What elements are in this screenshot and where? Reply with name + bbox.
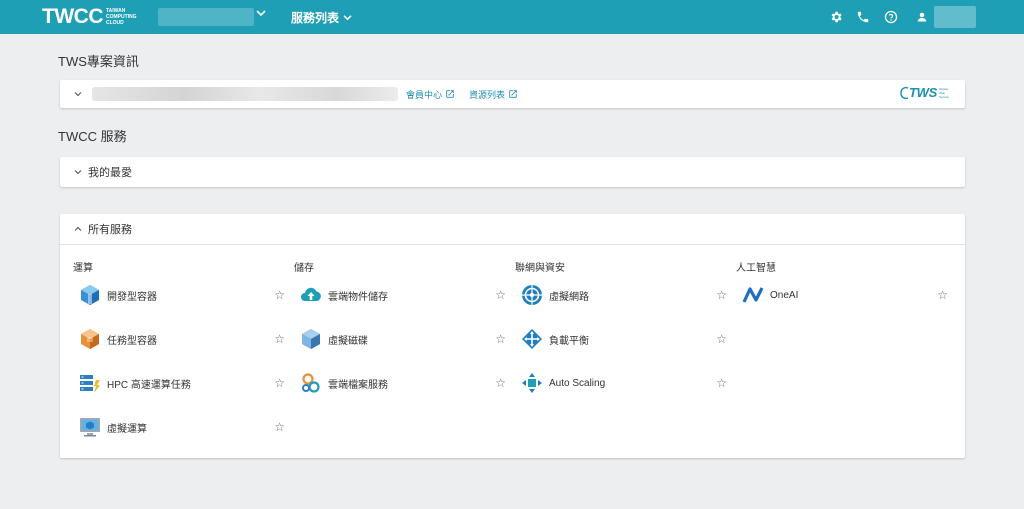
category-ai: 人工智慧 OneAI ☆ [736,259,957,317]
all-services-card: 所有服務 運算 開發型容器 ☆ 任務型容器 ☆ HPC 高速運算任務 ☆ 虛擬運… [60,214,965,458]
category-storage: 儲存 雲端物件儲存 ☆ 虛擬磁碟 ☆ 雲端檔案服務 ☆ [294,259,515,405]
logo-text: TWCC [42,5,103,28]
user-icon[interactable] [914,9,930,25]
service-task-container[interactable]: 任務型容器 ☆ [73,317,294,361]
favorite-star-icon[interactable]: ☆ [274,420,285,434]
favorite-star-icon[interactable]: ☆ [274,332,285,346]
project-selector[interactable] [158,8,254,26]
hpc-server-icon [79,372,101,394]
tws-project-header: 會員中心 資源列表 [60,80,965,108]
category-network-security: 聯網與資安 虛擬網路 ☆ 負載平衡 ☆ Auto Scaling ☆ [515,259,736,405]
favorite-star-icon[interactable]: ☆ [495,376,506,390]
category-title: 運算 [73,263,93,274]
favorite-star-icon[interactable]: ☆ [274,376,285,390]
cloud-upload-icon [300,284,322,306]
favorite-star-icon[interactable]: ☆ [495,332,506,346]
service-cloud-file[interactable]: 雲端檔案服務 ☆ [294,361,515,405]
service-oneai[interactable]: OneAI ☆ [736,273,957,317]
auto-scaling-icon [521,372,543,394]
service-auto-scaling[interactable]: Auto Scaling ☆ [515,361,736,405]
all-services-label: 所有服務 [88,224,132,236]
chevron-down-icon[interactable] [74,91,83,97]
chevron-down-icon[interactable] [256,9,266,20]
container-cube-icon [79,284,101,306]
all-services-header[interactable]: 所有服務 [60,214,965,244]
category-title: 儲存 [294,263,314,274]
category-compute: 運算 開發型容器 ☆ 任務型容器 ☆ HPC 高速運算任務 ☆ 虛擬運算 ☆ [73,259,294,449]
logo-subtext: TAIWAN COMPUTING CLOUD [105,8,137,26]
divider [60,244,965,245]
favorite-star-icon[interactable]: ☆ [274,288,285,302]
favorites-card[interactable]: 我的最愛 [60,157,965,187]
chevron-down-icon [74,169,83,175]
oneai-icon [742,284,764,306]
twcc-services-title: TWCC 服務 [58,129,127,144]
favorite-star-icon[interactable]: ☆ [716,288,727,302]
monitor-icon [79,416,101,438]
task-cube-icon [79,328,101,350]
file-service-icon [300,372,322,394]
user-name[interactable] [934,6,976,28]
services-menu-label: 服務列表 [291,11,340,25]
cloud-outline-icon [900,86,909,99]
tws-project-card: 會員中心 資源列表 TWS Taiwan Web Service [60,80,965,108]
external-link-icon [446,90,454,98]
service-virtual-compute[interactable]: 虛擬運算 ☆ [73,405,294,449]
top-bar: TWCC TAIWAN COMPUTING CLOUD 服務列表 [0,0,1024,34]
chevron-down-icon [343,15,352,21]
service-load-balancer[interactable]: 負載平衡 ☆ [515,317,736,361]
load-balancer-icon [521,328,543,350]
service-virtual-disk[interactable]: 虛擬磁碟 ☆ [294,317,515,361]
help-icon[interactable] [883,9,899,25]
member-center-link[interactable]: 會員中心 [406,88,455,101]
favorite-star-icon[interactable]: ☆ [716,376,727,390]
phone-icon[interactable] [855,9,871,25]
favorites-header[interactable]: 我的最愛 [60,157,965,187]
tws-project-title: TWS專案資訊 [58,54,139,69]
service-dev-container[interactable]: 開發型容器 ☆ [73,273,294,317]
favorite-star-icon[interactable]: ☆ [937,288,948,302]
category-title: 聯網與資安 [515,263,565,274]
project-info-redacted [92,87,398,101]
favorite-star-icon[interactable]: ☆ [495,288,506,302]
external-link-icon [509,90,517,98]
service-virtual-network[interactable]: 虛擬網路 ☆ [515,273,736,317]
services-menu[interactable]: 服務列表 [291,9,352,26]
network-globe-icon [521,284,543,306]
favorite-star-icon[interactable]: ☆ [716,332,727,346]
resource-list-link[interactable]: 資源列表 [469,88,518,101]
favorites-label: 我的最愛 [88,167,132,179]
chevron-up-icon [74,226,83,232]
gear-icon[interactable] [828,9,844,25]
service-object-storage[interactable]: 雲端物件儲存 ☆ [294,273,515,317]
disk-cube-icon [300,328,322,350]
category-title: 人工智慧 [736,263,776,274]
twcc-logo[interactable]: TWCC TAIWAN COMPUTING CLOUD [42,6,137,28]
service-hpc-job[interactable]: HPC 高速運算任務 ☆ [73,361,294,405]
tws-logo: TWS Taiwan Web Service [899,85,949,100]
